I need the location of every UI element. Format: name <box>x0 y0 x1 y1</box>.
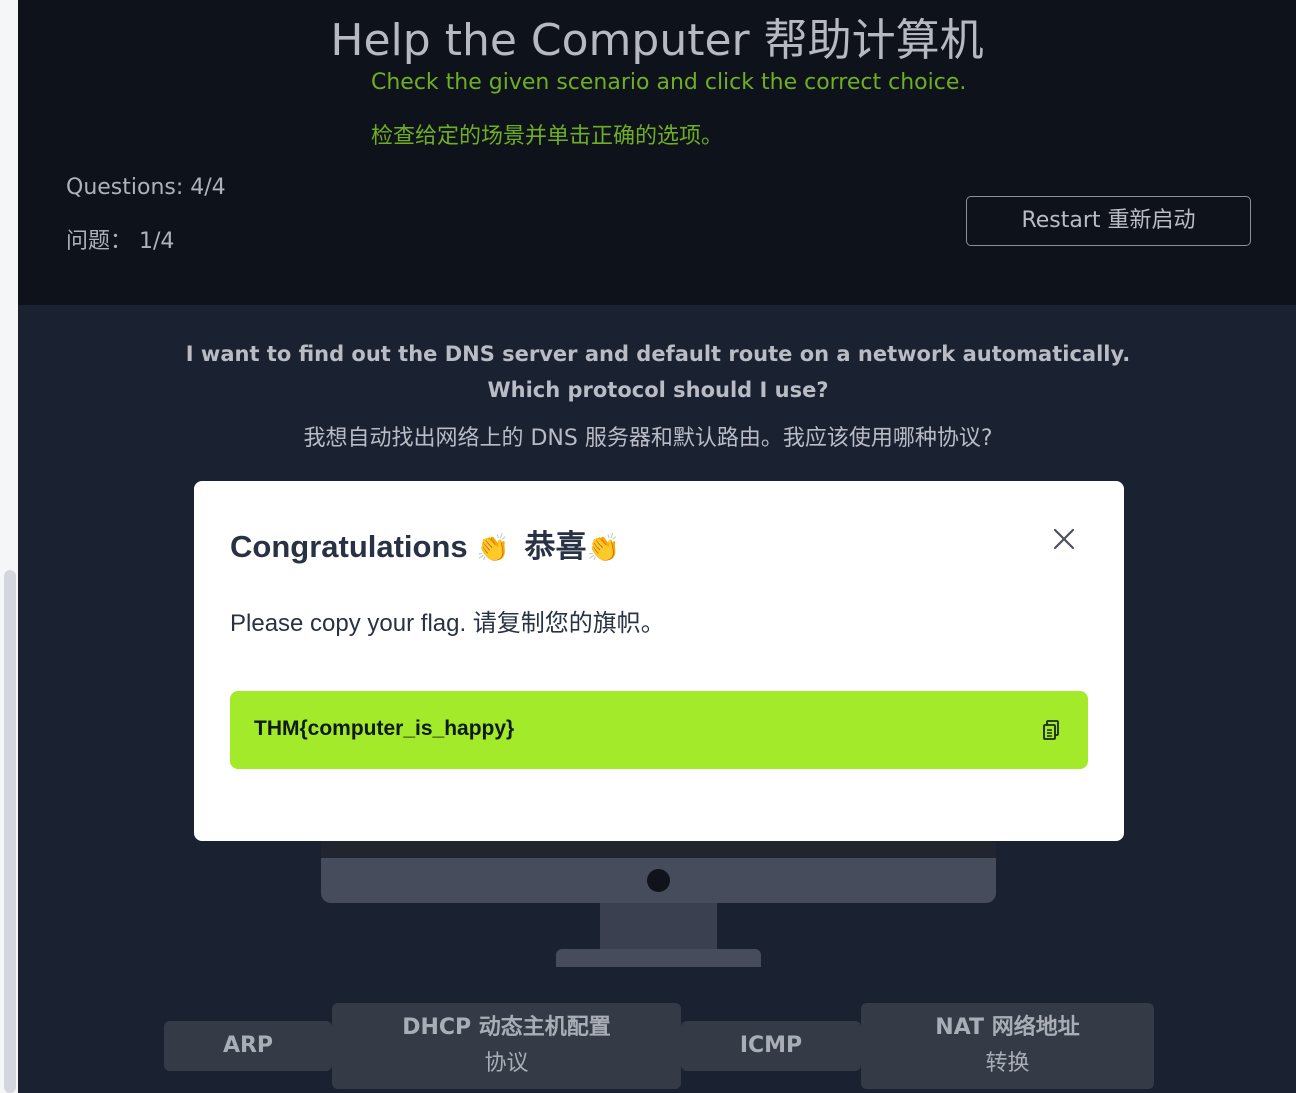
answer-icmp-button[interactable]: ICMP <box>681 1021 861 1071</box>
flag-text[interactable]: THM{computer_is_happy} <box>254 717 514 741</box>
answer-label: ICMP <box>739 1033 803 1058</box>
answer-arp-button[interactable]: ARP <box>164 1021 332 1071</box>
clapping-hands-icon: 👏 <box>476 533 510 563</box>
answer-label: NAT 网络地址 <box>935 1015 1080 1040</box>
question-text-en: I want to find out the DNS server and de… <box>185 342 1131 402</box>
modal-title-zh: 恭喜 <box>524 529 587 564</box>
question-text-zh: 我想自动找出网络上的 DNS 服务器和默认路由。我应该使用哪种协议? <box>303 426 993 451</box>
answer-label-zh: 协议 <box>484 1051 529 1076</box>
page-title: Help the Computer 帮助计算机 <box>330 15 984 66</box>
clapping-hands-icon: 👏 <box>586 533 621 563</box>
restart-button[interactable]: Restart 重新启动 <box>966 196 1251 246</box>
question-counter-zh: 问题： 1/4 <box>66 229 175 254</box>
flag-field[interactable]: THM{computer_is_happy} <box>230 691 1088 769</box>
answer-label: ARP <box>222 1033 274 1058</box>
monitor-neck <box>600 903 717 949</box>
close-icon[interactable] <box>1050 525 1078 553</box>
monitor-base <box>556 949 761 967</box>
modal-title-en: Congratulations <box>230 529 468 564</box>
instructions-zh: 检查给定的场景并单击正确的选项。 <box>371 124 724 149</box>
header: Help the Computer 帮助计算机 Check the given … <box>18 0 1296 305</box>
answer-nat-button[interactable]: NAT 网络地址 转换 <box>861 1003 1154 1089</box>
copy-icon[interactable] <box>1040 718 1064 742</box>
congratulations-modal: Congratulations 👏 恭喜👏 Please copy your f… <box>194 481 1124 841</box>
monitor-camera-dot <box>647 869 670 892</box>
question-counter-en: Questions: 4/4 <box>66 175 226 200</box>
answer-label: DHCP 动态主机配置 <box>402 1015 611 1040</box>
answer-label-zh: 转换 <box>985 1051 1030 1076</box>
modal-message: Please copy your flag. 请复制您的旗帜。 <box>230 610 665 637</box>
answer-dhcp-button[interactable]: DHCP 动态主机配置 协议 <box>332 1003 681 1089</box>
modal-title: Congratulations 👏 恭喜👏 <box>230 521 620 566</box>
scrollbar-thumb[interactable] <box>4 570 16 1093</box>
instructions-en: Check the given scenario and click the c… <box>371 70 967 95</box>
